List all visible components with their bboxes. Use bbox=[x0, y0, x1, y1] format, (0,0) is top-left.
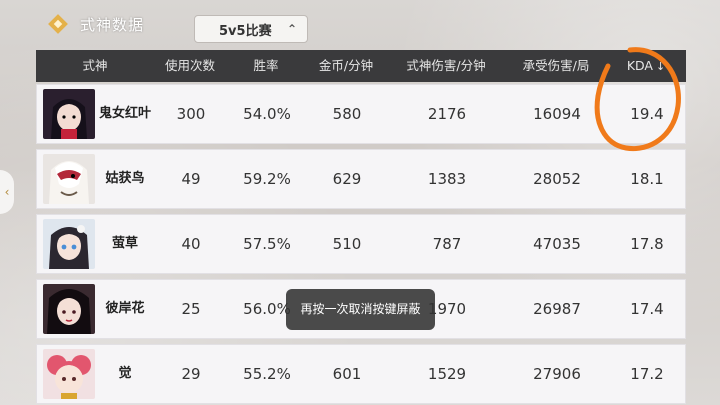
mode-select-label: 5v5比赛 bbox=[219, 23, 272, 39]
shikigami-name: 萤草 bbox=[111, 236, 138, 251]
gold-value: 580 bbox=[332, 105, 362, 123]
winrate-value: 55.2% bbox=[243, 365, 291, 383]
col-header-uses[interactable]: 使用次数 bbox=[154, 50, 226, 82]
avatar bbox=[43, 219, 95, 269]
kda-value: 17.4 bbox=[630, 300, 664, 318]
avatar bbox=[43, 349, 95, 399]
taken-value: 27906 bbox=[533, 365, 581, 383]
damage-value: 2176 bbox=[427, 105, 467, 123]
annotation-circle bbox=[594, 47, 681, 152]
col-header-gold[interactable]: 金币/分钟 bbox=[306, 50, 386, 82]
avatar bbox=[43, 284, 95, 334]
mode-select[interactable]: 5v5比赛 ⌃ bbox=[194, 15, 308, 43]
chevron-toggle-icon: ⌃ bbox=[286, 22, 297, 36]
taken-value: 28052 bbox=[533, 170, 581, 188]
uses-value: 49 bbox=[181, 170, 201, 188]
table-row[interactable]: 姑获鸟 49 59.2% 629 1383 28052 18.1 bbox=[36, 149, 686, 209]
uses-value: 25 bbox=[181, 300, 201, 318]
shikigami-name: 姑获鸟 bbox=[105, 171, 145, 186]
shikigami-name: 鬼女红叶 bbox=[98, 106, 151, 121]
damage-value: 1529 bbox=[427, 365, 467, 383]
uses-value: 40 bbox=[181, 235, 201, 253]
uses-value: 300 bbox=[176, 105, 206, 123]
kda-value: 17.2 bbox=[630, 365, 664, 383]
shikigami-name: 彼岸花 bbox=[105, 301, 145, 316]
gold-value: 629 bbox=[332, 170, 362, 188]
uses-value: 29 bbox=[181, 365, 201, 383]
diamond-logo-icon bbox=[46, 12, 70, 36]
winrate-value: 57.5% bbox=[243, 235, 291, 253]
col-header-damage[interactable]: 式神伤害/分钟 bbox=[386, 50, 506, 82]
taken-value: 26987 bbox=[533, 300, 581, 318]
winrate-value: 54.0% bbox=[243, 105, 291, 123]
toast-message: 再按一次取消按键屏蔽 bbox=[286, 289, 435, 330]
kda-value: 17.8 bbox=[630, 235, 664, 253]
col-header-shikigami[interactable]: 式神 bbox=[36, 50, 154, 82]
table-row[interactable]: 萤草 40 57.5% 510 787 47035 17.8 bbox=[36, 214, 686, 274]
taken-value: 47035 bbox=[533, 235, 581, 253]
shikigami-stats-table: 式神 使用次数 胜率 金币/分钟 式神伤害/分钟 承受伤害/局 KDA ↓ 鬼女红… bbox=[36, 50, 686, 404]
damage-value: 1383 bbox=[427, 170, 467, 188]
gold-value: 601 bbox=[332, 365, 362, 383]
gold-value: 510 bbox=[332, 235, 362, 253]
shikigami-name: 觉 bbox=[118, 366, 132, 381]
avatar bbox=[43, 154, 95, 204]
table-row[interactable]: 觉 29 55.2% 601 1529 27906 17.2 bbox=[36, 344, 686, 404]
damage-value: 787 bbox=[432, 235, 462, 253]
col-header-winrate[interactable]: 胜率 bbox=[226, 50, 306, 82]
avatar bbox=[43, 89, 95, 139]
table-row[interactable]: 鬼女红叶 300 54.0% 580 2176 16094 19.4 bbox=[36, 84, 686, 144]
kda-value: 18.1 bbox=[630, 170, 664, 188]
chevron-left-icon: ‹ bbox=[4, 185, 10, 199]
table-header: 式神 使用次数 胜率 金币/分钟 式神伤害/分钟 承受伤害/局 KDA ↓ bbox=[36, 50, 686, 82]
page-title: 式神数据 bbox=[80, 16, 145, 34]
winrate-value: 59.2% bbox=[243, 170, 291, 188]
